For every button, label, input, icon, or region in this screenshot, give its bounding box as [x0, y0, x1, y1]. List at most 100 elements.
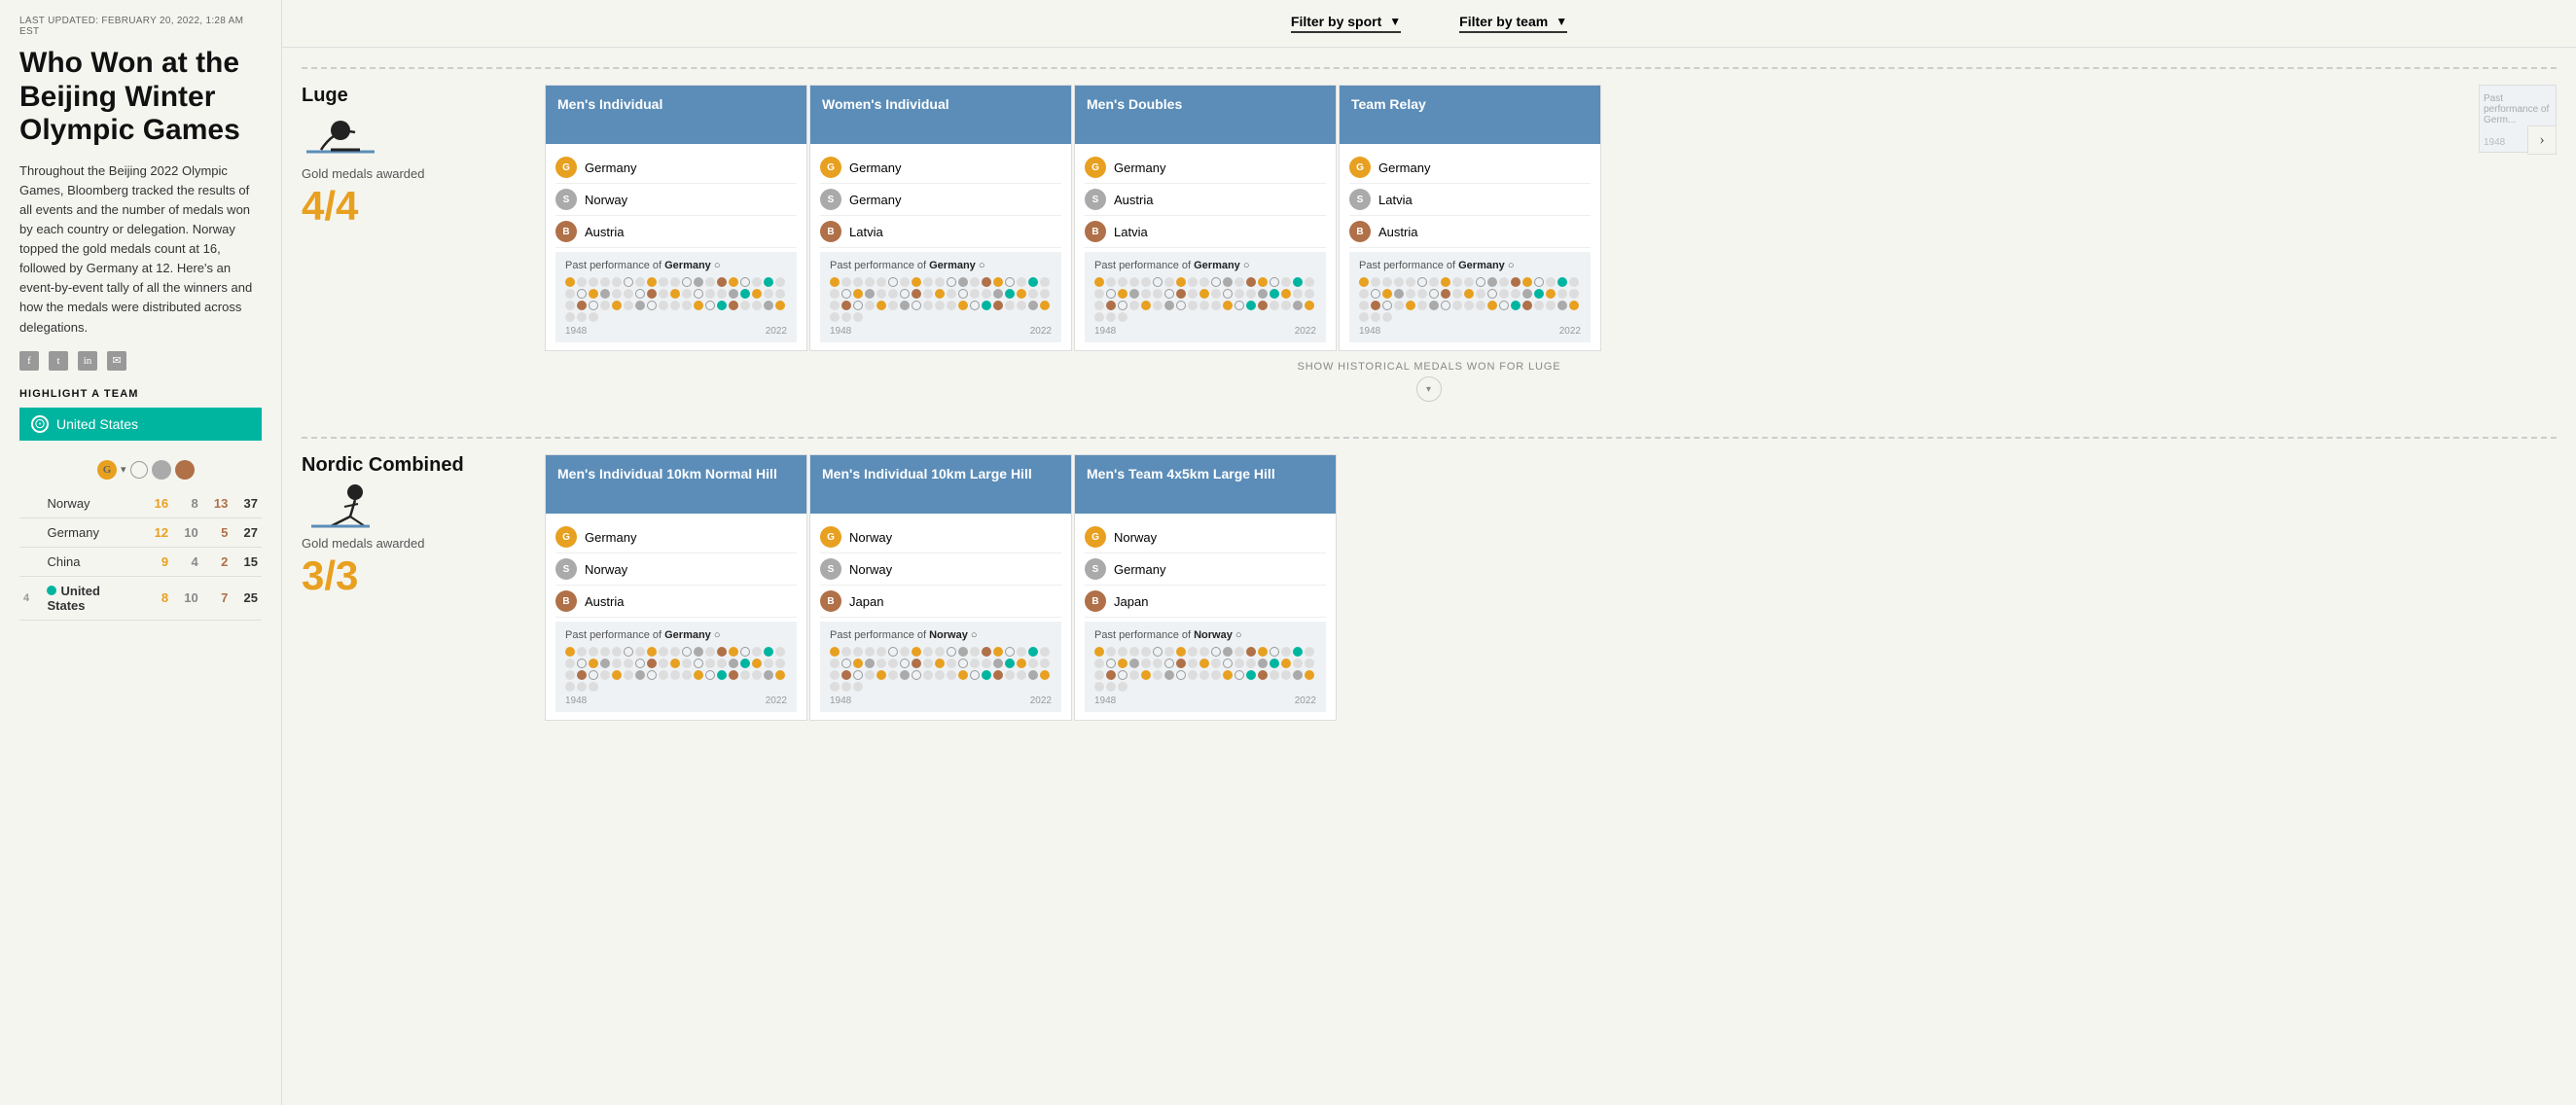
perf-dot [900, 301, 910, 310]
perf-dot [1188, 659, 1198, 668]
linkedin-icon[interactable]: in [78, 351, 97, 371]
perf-dot [1118, 659, 1127, 668]
perf-dot [1005, 289, 1015, 299]
perf-dot [841, 301, 851, 310]
perf-dot [865, 659, 875, 668]
medal-badge-g: G [555, 157, 577, 178]
perf-dot [1359, 301, 1369, 310]
perf-dot [682, 277, 692, 287]
event-card: Men's Doubles G Germany S Austria B Latv… [1074, 85, 1337, 351]
perf-dot [1305, 277, 1314, 287]
facebook-icon[interactable]: f [19, 351, 39, 371]
perf-dot [1270, 659, 1279, 668]
perf-dot [830, 301, 840, 310]
perf-dot [1499, 289, 1509, 299]
perf-dot [1511, 277, 1521, 287]
perf-dot [589, 301, 598, 310]
event-card: Men's Individual G Germany S Norway B Au… [545, 85, 807, 351]
scroll-area[interactable]: › Luge Gold medals awarded 4/4 [282, 48, 2576, 1105]
filter-sport-button[interactable]: Filter by sport ▼ [1291, 14, 1401, 33]
perf-dot [717, 647, 727, 657]
medal-row: G Germany [820, 152, 1061, 184]
show-historical-luge[interactable]: SHOW HISTORICAL MEDALS WON FOR LUGE ▾ [302, 351, 2557, 408]
perf-dot [577, 312, 587, 322]
perf-dot [993, 289, 1003, 299]
perf-dot [970, 670, 980, 680]
perf-dot [912, 289, 921, 299]
perf-dot [958, 277, 968, 287]
past-perf-section: Past performance of Norway ○ 1948 2022 [820, 622, 1061, 712]
standings-bronze: 2 [202, 547, 233, 576]
perf-dot [1305, 301, 1314, 310]
perf-dot [577, 682, 587, 692]
medal-badge-b: B [820, 221, 841, 242]
event-card: Men's Individual 10km Large Hill G Norwa… [809, 454, 1072, 721]
medal-badge-b: B [820, 590, 841, 612]
medal-row: G Germany [1349, 152, 1591, 184]
perf-dot [865, 277, 875, 287]
medal-row: G Germany [555, 521, 797, 553]
medal-country: Germany [849, 160, 901, 175]
standings-total: 25 [232, 576, 262, 620]
medal-country: Austria [1114, 193, 1153, 207]
twitter-icon[interactable]: t [49, 351, 68, 371]
past-perf-team: Germany [1458, 260, 1505, 271]
perf-dot [647, 659, 657, 668]
expand-historical-button[interactable]: ▾ [1416, 376, 1442, 402]
perf-dot [1164, 647, 1174, 657]
perf-dot [1028, 277, 1038, 287]
perf-dot [947, 301, 956, 310]
perf-dot [659, 670, 668, 680]
perf-dot [830, 659, 840, 668]
perf-dot [635, 301, 645, 310]
perf-dot [589, 659, 598, 668]
perf-dot [612, 647, 622, 657]
perf-dot [1141, 301, 1151, 310]
perf-dot [1040, 670, 1050, 680]
medal-row: B Latvia [1085, 216, 1326, 248]
perf-dot [659, 289, 668, 299]
perf-dot [1188, 289, 1198, 299]
nordic-gold-fraction: 3/3 [302, 552, 525, 599]
perf-dot [841, 647, 851, 657]
perf-dot [993, 670, 1003, 680]
perf-dot [1118, 670, 1127, 680]
perf-dot [1429, 301, 1439, 310]
perf-dot [589, 312, 598, 322]
highlight-team-input[interactable]: ⊙ United States [19, 408, 262, 441]
perf-dot [1546, 301, 1556, 310]
perf-dot [1522, 277, 1532, 287]
perf-dot [589, 682, 598, 692]
perf-dot [577, 277, 587, 287]
event-card-header: Women's Individual [810, 86, 1071, 144]
event-card: Women's Individual G Germany S Germany B… [809, 85, 1072, 351]
perf-dot [935, 647, 945, 657]
perf-dot [970, 659, 980, 668]
medal-row: B Austria [555, 216, 797, 248]
next-button[interactable]: › [2527, 125, 2557, 155]
medal-row: S Germany [1085, 553, 1326, 586]
perf-dot [1246, 647, 1256, 657]
perf-dot [1211, 277, 1221, 287]
perf-dot [1005, 647, 1015, 657]
perf-dot [830, 289, 840, 299]
luge-section-header: Luge Gold medals awarded 4/4 Men's Indiv… [302, 67, 2557, 351]
perf-dot [1371, 289, 1380, 299]
past-perf-label: Past performance of Germany ○ [1359, 260, 1581, 271]
perf-dot [1164, 670, 1174, 680]
filter-team-button[interactable]: Filter by team ▼ [1459, 14, 1567, 33]
event-card: Team Relay G Germany S Latvia B Austria … [1339, 85, 1601, 351]
past-perf-team: Germany [664, 260, 711, 271]
email-icon[interactable]: ✉ [107, 351, 126, 371]
perf-dot [1371, 301, 1380, 310]
perf-dot [729, 659, 738, 668]
perf-dot [830, 670, 840, 680]
sort-arrow: ▾ [121, 463, 126, 476]
standings-gold: 9 [143, 547, 173, 576]
perf-dot [1211, 647, 1221, 657]
medal-row: S Austria [1085, 184, 1326, 216]
perf-dot [1234, 670, 1244, 680]
perf-dot [1281, 289, 1291, 299]
past-perf-team: Germany [929, 260, 976, 271]
perf-dot [1246, 301, 1256, 310]
